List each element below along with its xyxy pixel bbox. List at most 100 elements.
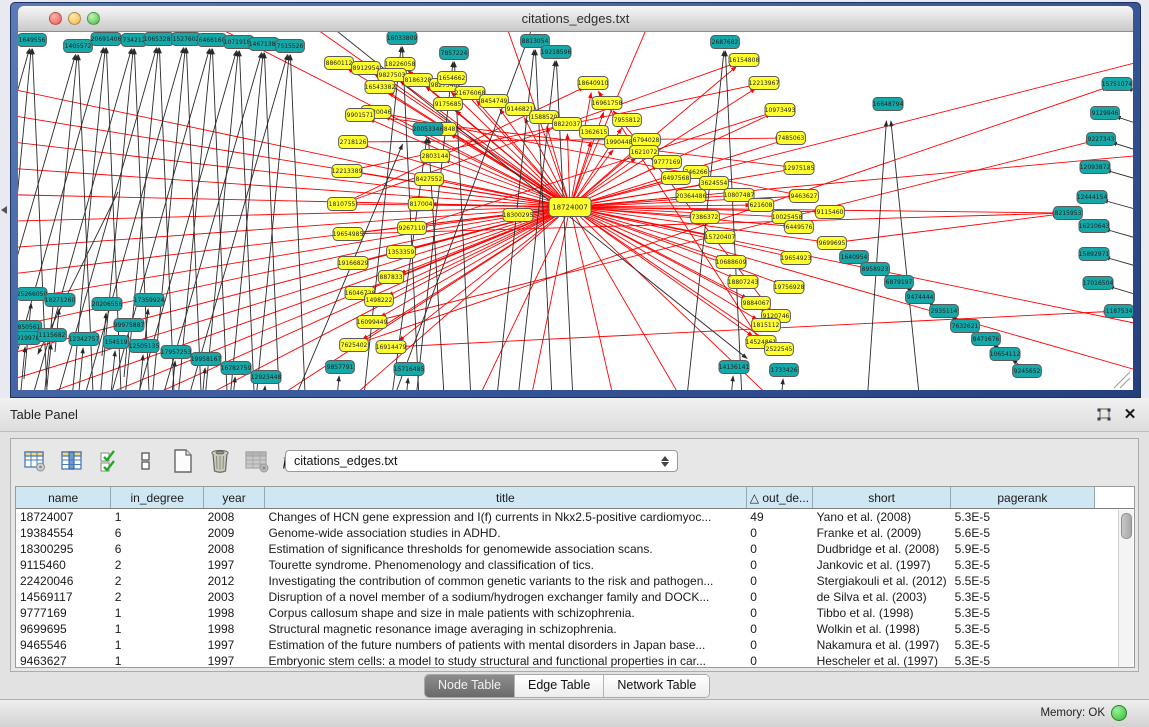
cell-pagerank[interactable]: 5.3E-5 [951,557,1095,573]
column-header-year[interactable]: year [204,487,265,509]
network-node[interactable]: 10654112 [990,348,1021,361]
cell-name[interactable]: 9115460 [16,557,111,573]
network-node[interactable]: 1405572 [64,40,93,53]
network-node[interactable]: 10688609 [716,256,747,269]
network-node[interactable]: 8215953 [1054,207,1083,220]
network-node[interactable]: 6466160 [198,34,227,47]
resize-grip-icon[interactable] [1114,372,1130,388]
network-node[interactable]: 18300295 [503,209,534,222]
network-node[interactable]: 16154808 [729,54,760,67]
network-node[interactable]: 7625402 [340,339,369,352]
cell-year[interactable]: 2008 [204,541,265,557]
cell-in_degree[interactable]: 1 [111,509,204,526]
network-node[interactable]: 9129946 [1091,107,1120,120]
cell-title[interactable]: Disruption of a novel member of a sodium… [264,589,746,605]
network-node[interactable]: 12444154 [1077,191,1108,204]
network-node[interactable]: 7515526 [276,40,305,53]
network-node[interactable]: 20364486 [676,190,707,203]
show-columns-button[interactable] [59,446,85,476]
cell-name[interactable]: 9465546 [16,637,111,653]
network-node[interactable]: 7955812 [613,114,642,127]
network-node[interactable]: 16033809 [387,32,418,45]
column-header-short[interactable]: short [813,487,951,509]
cell-name[interactable]: 9463627 [16,653,111,668]
network-window-titlebar[interactable]: citations_edges.txt [18,6,1133,32]
cell-in_degree[interactable]: 2 [111,573,204,589]
network-node[interactable]: 1498222 [365,294,394,307]
network-node[interactable]: 1815112 [752,319,781,332]
network-node[interactable]: 15751074 [1102,78,1133,91]
cell-name[interactable]: 18300295 [16,541,111,557]
network-node[interactable]: 1353359 [387,246,416,259]
cell-out_degree[interactable]: 0 [746,589,812,605]
cell-pagerank[interactable]: 5.3E-5 [951,589,1095,605]
delete-column-button[interactable] [207,446,233,476]
network-node[interactable]: 1733426 [770,364,799,377]
node-table[interactable]: namein_degreeyeartitle△ out_de...shortpa… [15,486,1135,668]
network-node[interactable]: 17957253 [161,346,192,359]
network-canvas[interactable]: 1872400788601128912954182260589827503165… [18,32,1133,390]
network-node[interactable]: 1649556 [18,34,46,47]
cell-short[interactable]: Yano et al. (2008) [813,509,951,526]
network-node[interactable]: 15716485 [394,363,425,376]
column-header-out_degree[interactable]: △ out_de... [746,487,812,509]
network-node[interactable]: 12975185 [784,162,815,175]
network-node[interactable]: 18724007 [549,198,591,217]
network-node[interactable]: 8958923 [861,263,890,276]
table-row[interactable]: 2242004622012Investigating the contribut… [16,573,1134,589]
network-node[interactable]: 20053346 [413,123,444,136]
network-node[interactable]: 887833 [378,271,403,284]
cell-pagerank[interactable]: 5.3E-5 [951,637,1095,653]
network-node[interactable]: 9901571 [346,109,375,122]
network-node[interactable]: 817004 [408,198,433,211]
network-node[interactable]: 2522545 [765,343,794,356]
cell-short[interactable]: Stergiakouli et al. (2012) [813,573,951,589]
network-node[interactable]: 12213389 [332,165,363,178]
table-row[interactable]: 969969511998Structural magnetic resonanc… [16,621,1134,637]
cell-title[interactable]: Structural magnetic resonance image aver… [264,621,746,637]
network-node[interactable]: 19166829 [338,257,369,270]
cell-year[interactable]: 1997 [204,637,265,653]
network-node[interactable]: 10973493 [765,104,796,117]
citation-network-graph[interactable]: 1872400788601128912954182260589827503165… [18,32,1133,390]
float-panel-icon[interactable] [1095,406,1113,424]
network-node[interactable]: 15720407 [705,231,736,244]
cell-year[interactable]: 1997 [204,653,265,668]
network-node[interactable]: 9699695 [818,237,847,250]
network-node[interactable]: 3624554 [700,177,729,190]
network-node[interactable]: 2803144 [421,150,450,163]
cell-title[interactable]: Tourette syndrome. Phenomenology and cla… [264,557,746,573]
cell-year[interactable]: 2008 [204,509,265,526]
tab-network-table[interactable]: Network Table [604,675,709,697]
column-header-pagerank[interactable]: pagerank [951,487,1095,509]
network-node[interactable]: 16914479 [376,341,407,354]
network-node[interactable]: 1362615 [580,126,609,139]
network-node[interactable]: 9474444 [906,291,935,304]
selection-mode-button[interactable] [96,446,122,476]
network-node[interactable]: 16543382 [365,81,396,94]
cell-pagerank[interactable]: 5.3E-5 [951,605,1095,621]
network-node[interactable]: 17359924 [134,294,165,307]
network-node[interactable]: 2687682 [711,36,740,49]
table-row[interactable]: 977716911998Corpus callosum shape and si… [16,605,1134,621]
network-node[interactable]: 9884067 [742,297,771,310]
cell-in_degree[interactable]: 1 [111,653,204,668]
cell-short[interactable]: Dudbridge et al. (2008) [813,541,951,557]
cell-pagerank[interactable]: 5.3E-5 [951,653,1095,668]
cell-name[interactable]: 9699695 [16,621,111,637]
cell-in_degree[interactable]: 2 [111,589,204,605]
network-node[interactable]: 8860112 [325,57,354,70]
close-panel-icon[interactable]: ✕ [1121,406,1139,424]
cell-year[interactable]: 2009 [204,525,265,541]
network-node[interactable]: 16961758 [592,97,623,110]
network-node[interactable]: 19654923 [781,252,812,265]
cell-short[interactable]: de Silva et al. (2003) [813,589,951,605]
network-node[interactable]: 8454749 [480,95,509,108]
column-header-name[interactable]: name [16,487,111,509]
network-node[interactable]: 9227343 [1087,133,1116,146]
network-node[interactable]: 16782759 [221,362,252,375]
network-node[interactable]: 2935114 [930,305,959,318]
network-node[interactable]: 25266050 [18,288,47,301]
cell-title[interactable]: Embryonic stem cells: a model to study s… [264,653,746,668]
network-node[interactable]: 9267110 [398,222,427,235]
